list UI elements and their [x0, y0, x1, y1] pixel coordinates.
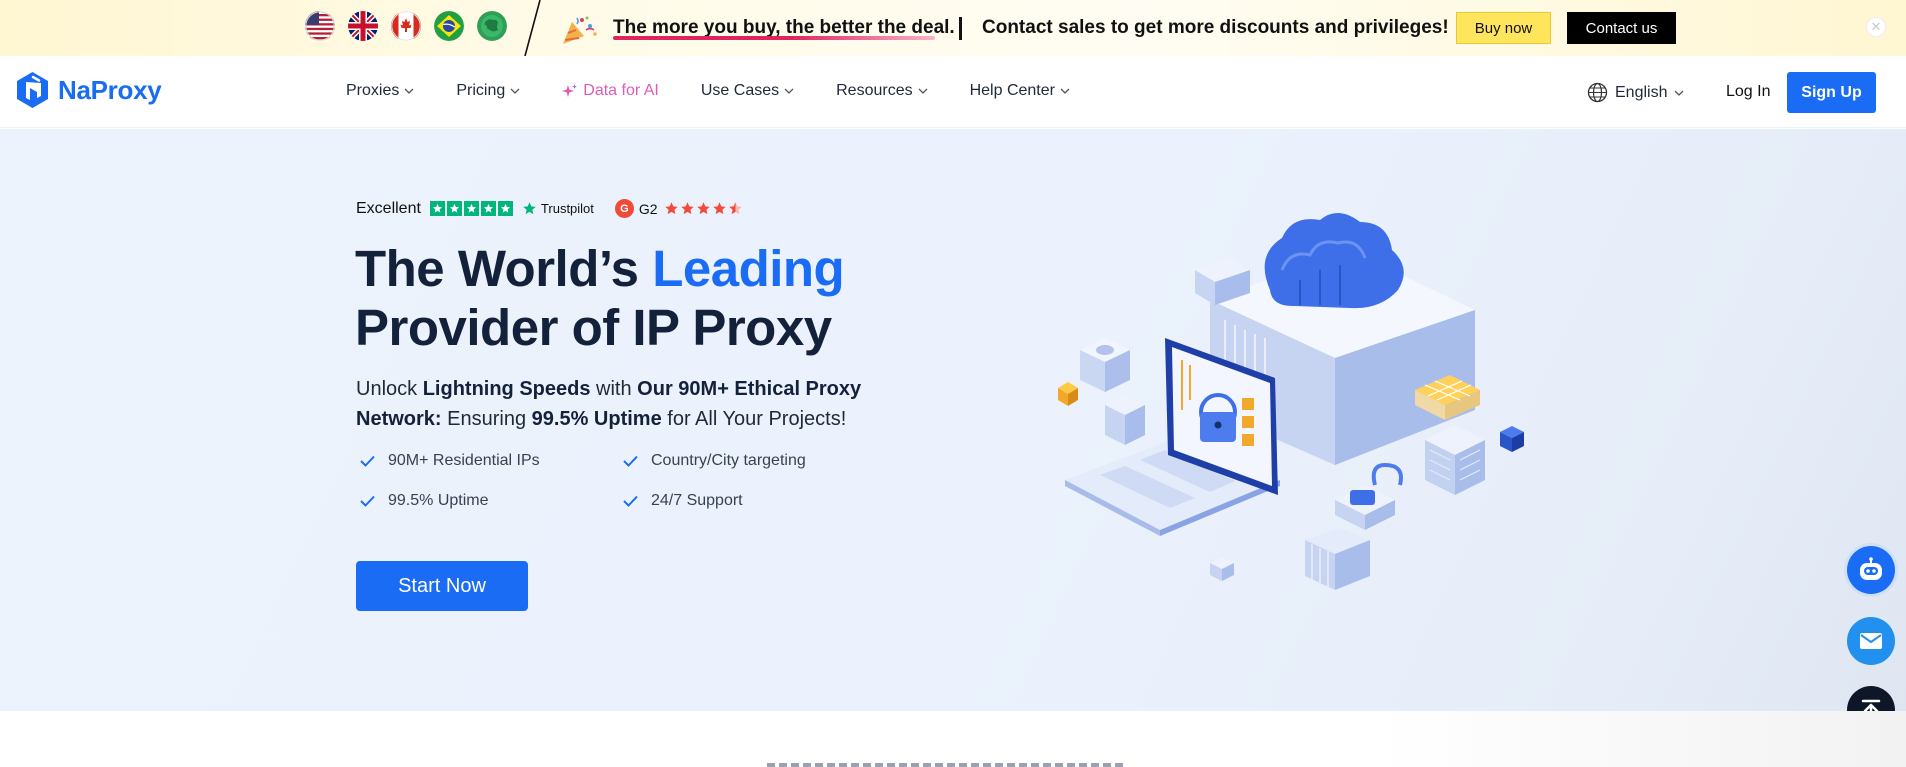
feature-list: 90M+ Residential IPs Country/City target… — [360, 452, 863, 510]
nav-item-label: Help Center — [969, 82, 1055, 99]
sub-text: for All Your Projects! — [661, 408, 847, 430]
feature-label: 24/7 Support — [651, 492, 743, 509]
mail-icon — [1860, 633, 1882, 649]
logo-text: NaProxy — [58, 74, 162, 105]
promo-underline — [613, 36, 935, 40]
nav-item-label: Resources — [836, 82, 913, 99]
feature-item: Country/City targeting — [623, 452, 863, 470]
star-icon — [664, 202, 678, 215]
check-icon — [623, 495, 638, 507]
trustpilot-stars — [429, 201, 513, 216]
headline-accent: Leading — [652, 240, 845, 297]
star-icon — [446, 201, 462, 216]
sparkle-icon — [562, 84, 578, 97]
chevron-down-icon — [1060, 88, 1070, 94]
nav-item-data-for-ai[interactable]: Data for AI — [562, 82, 659, 100]
next-section-fade — [1380, 711, 1906, 767]
feature-label: 99.5% Uptime — [388, 492, 489, 509]
check-icon — [623, 455, 638, 467]
sub-bold: 99.5% Uptime — [531, 408, 662, 430]
globe-icon — [1587, 82, 1608, 103]
nav-item-use-cases[interactable]: Use Cases — [701, 82, 794, 100]
star-icon — [712, 202, 726, 215]
party-popper-icon — [563, 16, 597, 44]
main-navbar: NaProxy Proxies Pricing Data for AI Use … — [0, 56, 1906, 128]
star-icon — [429, 201, 445, 216]
hero-subheadline: Unlock Lightning Speeds with Our 90M+ Et… — [356, 374, 876, 434]
nav-item-label: Pricing — [456, 82, 506, 99]
feature-item: 24/7 Support — [623, 492, 863, 510]
feature-item: 90M+ Residential IPs — [360, 452, 623, 470]
trustpilot-label: Trustpilot — [540, 201, 594, 216]
sub-bold: Lightning Speeds — [422, 378, 591, 400]
trustpilot-logo[interactable]: Trustpilot — [522, 201, 594, 216]
g2-stars — [664, 201, 743, 216]
uk-flag-icon[interactable] — [348, 11, 378, 41]
signup-button[interactable]: Sign Up — [1787, 72, 1876, 113]
globe-flag-icon[interactable] — [477, 11, 507, 41]
star-icon — [680, 202, 694, 215]
login-link[interactable]: Log In — [1726, 83, 1770, 101]
hero-headline: The World’s Leading Provider of IP Proxy — [355, 239, 845, 357]
logo[interactable]: NaProxy — [15, 71, 162, 109]
promo-contact-message: Contact sales to get more discounts and … — [982, 17, 1449, 38]
g2-label: G2 — [638, 200, 658, 217]
chevron-down-icon — [918, 88, 928, 94]
trustpilot-star-icon — [523, 202, 536, 215]
check-icon — [360, 495, 375, 507]
g2-logo-icon[interactable]: G — [614, 199, 634, 218]
chevron-down-icon — [510, 88, 520, 94]
feature-label: Country/City targeting — [651, 452, 806, 469]
close-icon[interactable]: ✕ — [1866, 17, 1886, 37]
nav-item-label: Data for AI — [583, 82, 659, 99]
email-button[interactable] — [1847, 617, 1895, 665]
check-icon — [360, 455, 375, 467]
promo-banner: The more you buy, the better the deal. C… — [0, 0, 1906, 56]
nav-item-proxies[interactable]: Proxies — [346, 82, 414, 100]
cloud-server-illustration — [1058, 212, 1524, 590]
nav-item-help-center[interactable]: Help Center — [970, 82, 1070, 100]
star-icon — [497, 201, 513, 216]
start-now-button[interactable]: Start Now — [356, 561, 528, 611]
sub-text: Ensuring — [441, 408, 532, 430]
chevron-down-icon — [784, 88, 794, 94]
primary-menu: Proxies Pricing Data for AI Use Cases Re… — [346, 82, 1112, 100]
nav-item-label: Use Cases — [700, 82, 780, 99]
headline-part1: The World’s — [355, 240, 653, 297]
next-section-heading-cutoff — [767, 763, 1123, 767]
feature-item: 99.5% Uptime — [360, 492, 623, 510]
flag-list — [305, 11, 507, 41]
canada-flag-icon[interactable] — [391, 11, 421, 41]
chevron-down-icon — [404, 88, 414, 94]
promo-separator — [959, 17, 962, 40]
naproxy-logo-icon — [17, 72, 48, 108]
hero-section — [0, 129, 1906, 711]
rating-label: Excellent — [356, 199, 421, 217]
sub-text: with — [590, 378, 638, 400]
star-icon — [480, 201, 496, 216]
star-icon — [696, 202, 710, 215]
us-flag-icon[interactable] — [305, 11, 335, 41]
buy-now-button[interactable]: Buy now — [1456, 12, 1551, 44]
chatbot-button[interactable] — [1847, 546, 1895, 594]
half-star-icon — [728, 202, 742, 215]
contact-us-button[interactable]: Contact us — [1567, 12, 1676, 44]
chevron-down-icon — [1675, 90, 1684, 96]
feature-label: 90M+ Residential IPs — [388, 452, 540, 469]
headline-line2: Provider of IP Proxy — [355, 299, 832, 356]
language-label: English — [1615, 83, 1668, 101]
nav-item-resources[interactable]: Resources — [836, 82, 928, 100]
nav-item-label: Proxies — [346, 82, 400, 99]
ratings-row: Excellent Trustpilot G G2 — [356, 199, 743, 218]
star-icon — [463, 201, 479, 216]
language-selector[interactable]: English — [1587, 82, 1684, 103]
nav-item-pricing[interactable]: Pricing — [456, 82, 520, 100]
brazil-flag-icon[interactable] — [434, 11, 464, 41]
sub-text: Unlock — [356, 378, 423, 400]
robot-chat-icon — [1860, 557, 1882, 580]
banner-divider — [524, 0, 541, 56]
